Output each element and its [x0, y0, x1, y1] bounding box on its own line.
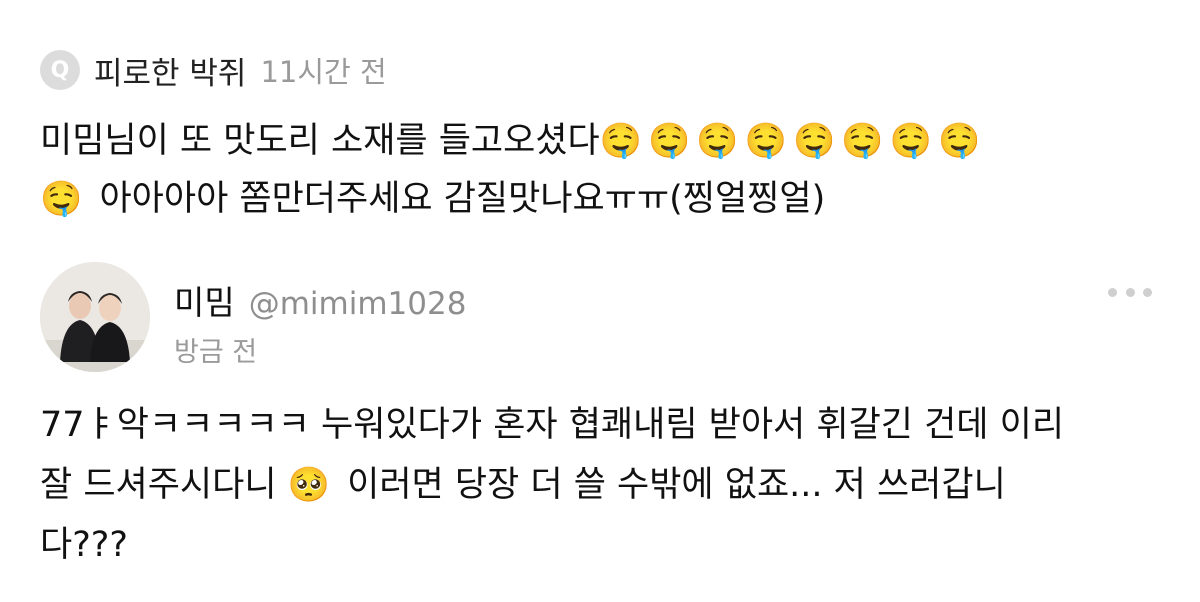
question-badge-icon: Q — [40, 50, 80, 90]
answer-author-name[interactable]: 미밈 — [174, 276, 235, 324]
dot — [1125, 287, 1135, 297]
avatar-photo — [40, 262, 150, 372]
answer-author-row: 미밈 @mimim1028 — [174, 276, 466, 324]
answer-time: 방금 전 — [174, 337, 258, 368]
question-text: 미밈님이 또 맛도리 소재를 들고오셨다🤤🤤🤤🤤🤤🤤🤤🤤 🤤 아아아아 쫌만더주… — [40, 112, 1160, 228]
answer-text: 77ㅑ악ㅋㅋㅋㅋㅋ 누워있다가 혼자 협쾌내림 받아서 휘갈긴 건데 이리 잘 … — [40, 395, 1160, 575]
drooling-emoji: 🤤 — [40, 179, 89, 219]
more-dots-icon[interactable] — [1108, 282, 1152, 302]
question-author[interactable]: 피로한 박쥐 — [94, 48, 246, 93]
dot — [1143, 287, 1152, 297]
qa-card: Q 피로한 박쥐 11시간 전 미밈님이 또 맛도리 소재를 들고오셨다🤤🤤🤤🤤… — [0, 0, 1200, 602]
question-text-line1: 미밈님이 또 맛도리 소재를 들고오셨다 — [40, 121, 600, 161]
question-header: Q 피로한 박쥐 11시간 전 — [40, 48, 387, 92]
question-time: 11시간 전 — [260, 55, 387, 89]
pleading-emoji: 🥺 — [287, 465, 336, 505]
question-text-line2: 아아아아 쫌만더주세요 감질맛나요ㅠㅠ(찡얼찡얼) — [88, 179, 826, 219]
answer-author-handle[interactable]: @mimim1028 — [249, 286, 467, 322]
avatar[interactable] — [40, 262, 150, 372]
dot — [1108, 287, 1117, 297]
drooling-emoji-run: 🤤🤤🤤🤤🤤🤤🤤🤤 — [599, 121, 987, 161]
